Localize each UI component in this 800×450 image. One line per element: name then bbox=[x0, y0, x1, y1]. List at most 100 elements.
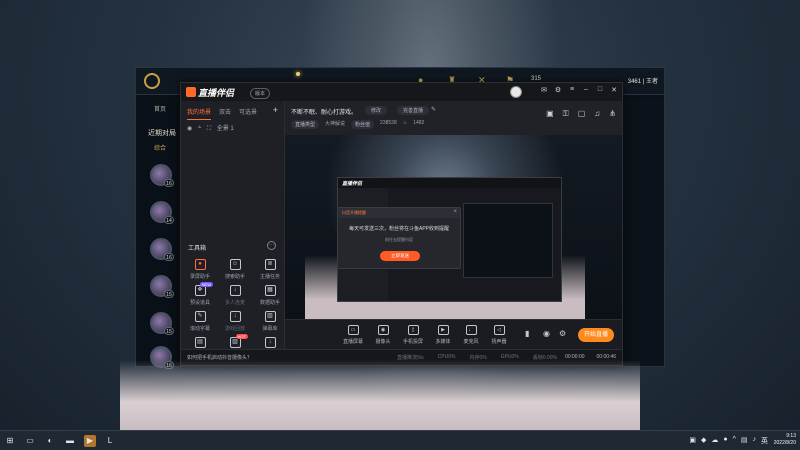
tool-item[interactable]: ☺ 搜索助手 bbox=[218, 259, 252, 280]
brand-logo-icon bbox=[186, 87, 196, 97]
tool-item[interactable]: ▦ 数据助手 bbox=[253, 285, 287, 306]
live-preview[interactable]: 直播伴侣 抖音开播提醒 × 每天可发送三次，粉丝将在斗鱼APP收到提醒 前往去提… bbox=[285, 135, 622, 319]
match-avatar[interactable]: 15 bbox=[150, 312, 174, 335]
tray-app-icon[interactable]: ◆ bbox=[701, 436, 706, 446]
scene-name: 全景 1 bbox=[216, 126, 234, 132]
fans-label: 粉丝值 bbox=[351, 120, 375, 129]
tab-my-scenes[interactable]: 我的场景 bbox=[187, 107, 212, 120]
message-icon[interactable]: ✉ bbox=[540, 86, 548, 94]
tool-item[interactable]: ▧ 弹幕库 bbox=[253, 311, 287, 332]
start-icon[interactable]: ⊞ bbox=[4, 435, 16, 447]
fullscreen-icon: ⛶ bbox=[206, 126, 212, 132]
user-avatar[interactable] bbox=[510, 86, 522, 98]
tray-app-icon[interactable]: ▣ bbox=[689, 436, 696, 446]
volume-icon[interactable]: ♪ bbox=[753, 436, 757, 446]
dialog-close-icon[interactable]: × bbox=[453, 209, 457, 215]
match-avatar[interactable]: 16 bbox=[150, 238, 174, 261]
tray-app-icon[interactable]: ● bbox=[723, 436, 727, 446]
tool-item[interactable]: ≣ 主播任务 bbox=[253, 259, 287, 280]
lol-user-name[interactable]: 3461 | 王者 bbox=[628, 76, 658, 85]
stat-gpu: GPU0% bbox=[500, 354, 519, 360]
folder-icon[interactable]: ▬ bbox=[64, 435, 76, 447]
recent-filter-tab[interactable]: 综合 bbox=[154, 143, 166, 152]
network-icon[interactable]: ▤ bbox=[741, 436, 748, 446]
status-bar: 如何把手机启动抖音摄像头？ 直播推流5/s CPU0% 内存0% GPU0% 丢… bbox=[181, 349, 622, 365]
tool-item[interactable]: ● 录屏助手 bbox=[183, 259, 217, 280]
source-control-bar: ▭ 直播屏幕 ◉ 摄像头 ▯ 手机投屏 ▶ 多媒体 ♩ 麦克风 ◁ 扬声器 ▮ ◉ ⚙ 开始直播 bbox=[285, 319, 622, 351]
system-clock[interactable]: 9:13 2022/8/20 bbox=[774, 433, 796, 447]
tab-optional[interactable]: 可选景 bbox=[239, 107, 257, 120]
video-icon: ▶ bbox=[437, 325, 449, 335]
tool-label: 弹幕库 bbox=[262, 326, 278, 332]
share-icon[interactable]: ⋔ bbox=[609, 109, 616, 119]
tool-item[interactable]: ↓ 多人连麦 bbox=[218, 285, 252, 306]
tool-item[interactable]: ✎ 滚动字幕 bbox=[183, 311, 217, 332]
tool-label: 录屏助手 bbox=[189, 274, 210, 280]
settings-icon[interactable]: ⚙ bbox=[559, 329, 566, 338]
maximize-icon[interactable]: □ bbox=[596, 86, 604, 94]
source-control[interactable]: ▯ 手机投屏 bbox=[397, 325, 429, 345]
tool-label: 预设道具 bbox=[189, 300, 210, 306]
version-chip[interactable]: 版本 bbox=[250, 88, 271, 99]
tool-label: 滚动字幕 bbox=[189, 326, 210, 332]
dialog-sub[interactable]: 前往去提醒内容 bbox=[338, 237, 460, 243]
tool-item[interactable]: ❖ NEW 预设道具 bbox=[183, 282, 217, 306]
source-control[interactable]: ◁ 扬声器 bbox=[483, 325, 515, 345]
monitor-icon: ▭ bbox=[347, 325, 359, 335]
match-avatar[interactable]: 15 bbox=[150, 275, 174, 298]
minimize-icon[interactable]: – bbox=[582, 86, 590, 94]
tool-item[interactable]: ↓ 游戏回放 bbox=[218, 311, 252, 332]
task-view-icon[interactable]: ▭ bbox=[24, 435, 36, 447]
eye-icon[interactable]: ◉ bbox=[187, 126, 192, 132]
edge-icon[interactable]: ◐ bbox=[44, 435, 56, 447]
speaker-icon: ◁ bbox=[493, 325, 505, 335]
modify-title-button[interactable]: 修改 bbox=[365, 106, 388, 115]
more-icon[interactable]: ··· bbox=[267, 241, 276, 250]
match-avatar[interactable]: 14 bbox=[150, 201, 174, 224]
help-tip[interactable]: 如何把手机启动抖音摄像头？ bbox=[187, 354, 252, 361]
lol-nav-home[interactable]: 首页 bbox=[154, 104, 166, 113]
send-now-button[interactable]: 立即发送 bbox=[380, 251, 420, 261]
start-live-button[interactable]: 开始直播 bbox=[578, 328, 614, 342]
menu-icon[interactable]: ≡ bbox=[568, 86, 576, 94]
phone-icon: ▯ bbox=[407, 325, 419, 335]
source-control-label: 直播屏幕 bbox=[342, 339, 363, 345]
source-control[interactable]: ▭ 直播屏幕 bbox=[337, 325, 369, 345]
close-icon[interactable]: ✕ bbox=[610, 86, 618, 94]
match-avatar[interactable]: 16 bbox=[150, 346, 174, 369]
match-avatar[interactable]: 16 bbox=[150, 164, 174, 187]
source-control-label: 手机投屏 bbox=[402, 339, 423, 345]
tool-label: 搜索助手 bbox=[224, 274, 245, 280]
stat-cpu: CPU0% bbox=[437, 354, 456, 360]
lock-icon[interactable]: ⚿ bbox=[563, 109, 569, 119]
lock-icon[interactable]: ᐞ bbox=[198, 126, 201, 132]
stat-bitrate: 直播推流5/s bbox=[397, 355, 424, 361]
chevron-up-icon[interactable]: ^ bbox=[733, 436, 736, 446]
bookmark-icon[interactable]: ▢ bbox=[578, 109, 586, 119]
record-timer: 00:00:46 bbox=[596, 354, 616, 360]
tab-double-click[interactable]: 双击 bbox=[219, 107, 231, 120]
eye-icon[interactable]: ◉ bbox=[543, 329, 550, 338]
lol-logo-icon[interactable] bbox=[144, 73, 160, 89]
edit-icon[interactable]: ✎ bbox=[431, 106, 436, 113]
smile-icon: ☺ bbox=[229, 259, 241, 270]
lol-icon[interactable]: L bbox=[104, 435, 116, 447]
gamepad-icon[interactable]: ▮ bbox=[525, 329, 529, 338]
add-scene-icon[interactable]: + bbox=[273, 105, 278, 115]
streamer-app-icon[interactable]: ▶ bbox=[84, 435, 96, 447]
picture-icon: ▧ bbox=[264, 311, 276, 322]
notice-button[interactable]: 完善直播 bbox=[397, 106, 430, 115]
bell-icon[interactable]: ♫ bbox=[594, 109, 600, 119]
live-type-value[interactable]: 大神解说 bbox=[325, 120, 345, 129]
source-control[interactable]: ◉ 摄像头 bbox=[367, 325, 399, 345]
live-type-label: 直播类型 bbox=[291, 120, 320, 129]
nested-brand: 直播伴侣 bbox=[342, 181, 363, 187]
scene-item[interactable]: ◉ ᐞ ⛶ 全景 1 bbox=[187, 123, 238, 133]
chart-icon: ▦ bbox=[264, 285, 276, 296]
settings-icon[interactable]: ⚙ bbox=[554, 86, 562, 94]
match-level: 16 bbox=[164, 361, 174, 369]
tool-label: 游戏回放 bbox=[224, 326, 245, 332]
gift-box-icon[interactable]: ▣ bbox=[546, 109, 554, 119]
ime-icon[interactable]: 英 bbox=[761, 436, 768, 446]
wechat-icon[interactable]: ☁ bbox=[711, 436, 718, 446]
